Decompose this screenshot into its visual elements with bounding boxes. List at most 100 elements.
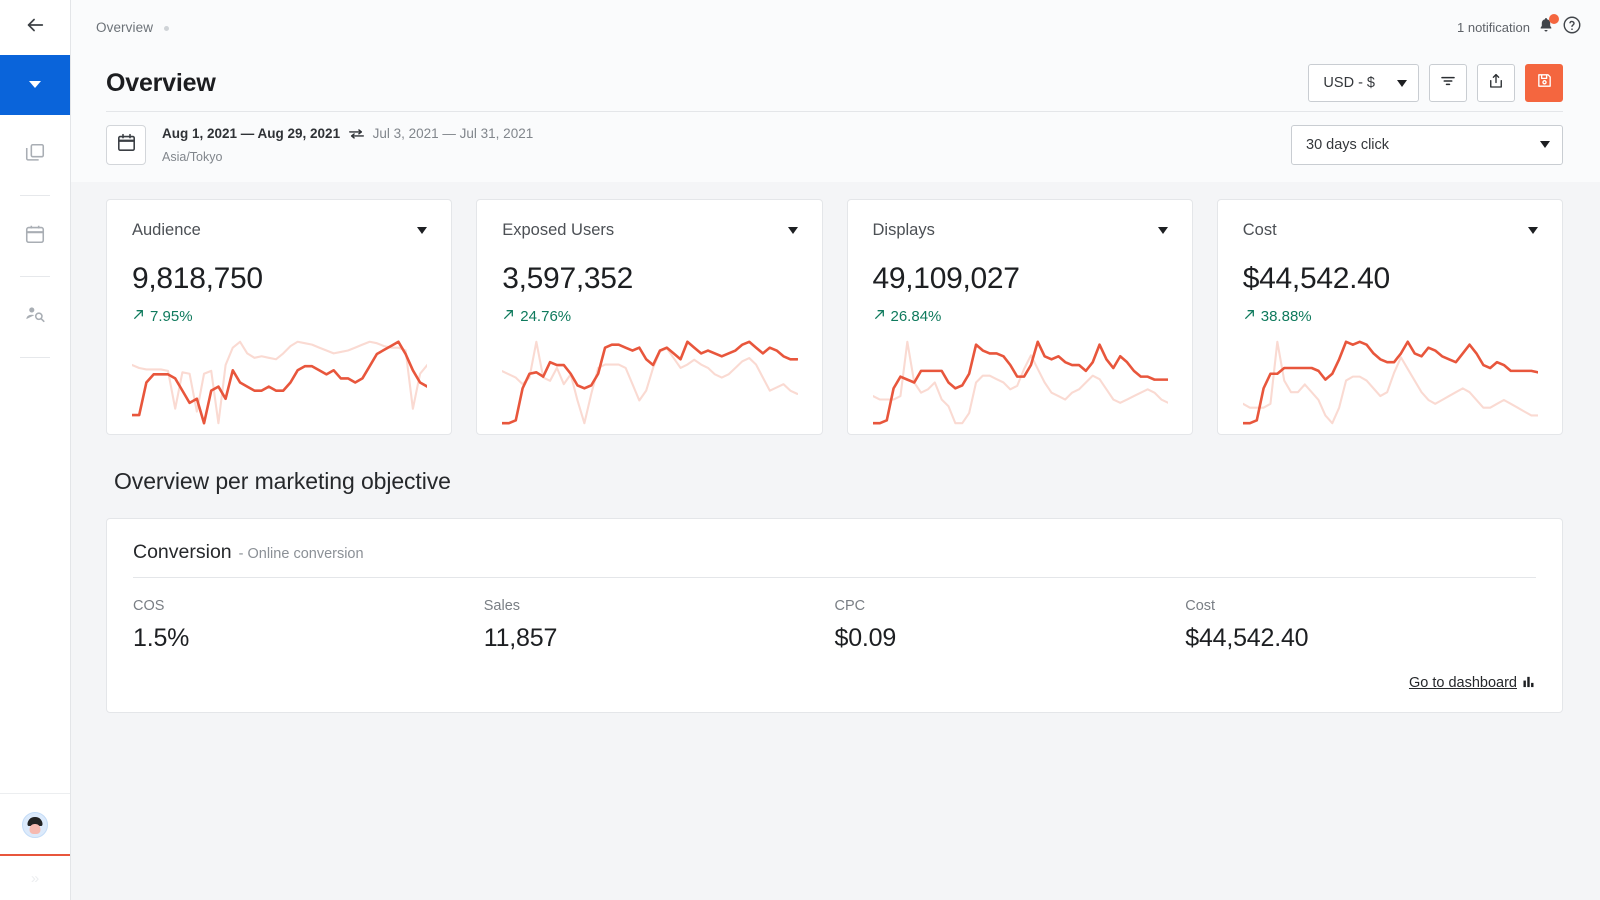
chevron-down-icon[interactable] <box>788 227 798 234</box>
go-to-dashboard-label: Go to dashboard <box>1409 675 1517 691</box>
metric-label: COS <box>133 598 484 614</box>
avatar-face <box>30 824 41 834</box>
date-picker-button[interactable] <box>106 125 146 165</box>
metric-value: $0.09 <box>835 624 1186 653</box>
kpi-card-value: 9,818,750 <box>132 262 427 296</box>
sparkline-chart <box>1243 331 1538 434</box>
share-upload-icon <box>1487 72 1505 95</box>
attribution-value: 30 days click <box>1306 137 1389 153</box>
sidebar-item-campaigns[interactable] <box>0 115 70 195</box>
arrow-up-right-icon <box>132 308 145 325</box>
sidebar-item-active[interactable] <box>0 55 70 115</box>
help-circle-icon <box>1562 15 1582 40</box>
header-controls: USD - $ <box>1308 64 1563 102</box>
kpi-card-header: Exposed Users <box>502 221 797 240</box>
kpi-card-header: Displays <box>873 221 1168 240</box>
objective-metric: Sales 11,857 <box>484 598 835 653</box>
save-disk-icon <box>1536 72 1553 94</box>
person-search-icon <box>24 304 46 331</box>
chevron-down-icon[interactable] <box>1528 227 1538 234</box>
attribution-select[interactable]: 30 days click <box>1291 125 1563 165</box>
kpi-card-delta-value: 38.88% <box>1261 308 1312 325</box>
date-range-text[interactable]: Aug 1, 2021 — Aug 29, 2021 Jul 3, 2021 —… <box>162 124 533 166</box>
objective-metric: CPC $0.09 <box>835 598 1186 653</box>
objective-metric: Cost $44,542.40 <box>1185 598 1536 653</box>
objective-metric-list: COS 1.5% Sales 11,857 CPC $0.09 Cost $44… <box>133 578 1536 653</box>
metric-value: 1.5% <box>133 624 484 653</box>
date-range-row: Aug 1, 2021 — Aug 29, 2021 Jul 3, 2021 —… <box>71 112 1600 182</box>
kpi-card[interactable]: Cost $44,542.40 38.88% <box>1217 199 1563 435</box>
kpi-card-delta: 24.76% <box>502 308 797 325</box>
kpi-card[interactable]: Audience 9,818,750 7.95% <box>106 199 452 435</box>
objective-panel-footer: Go to dashboard <box>133 675 1536 692</box>
metric-label: CPC <box>835 598 1186 614</box>
breadcrumb[interactable]: Overview <box>96 20 169 35</box>
breadcrumb-label: Overview <box>96 20 153 35</box>
content-area: Audience 9,818,750 7.95% Exposed <box>71 182 1600 900</box>
breadcrumb-dot-icon <box>164 26 169 31</box>
arrow-up-right-icon <box>873 308 886 325</box>
arrow-left-icon <box>24 14 46 41</box>
kpi-card-delta-value: 24.76% <box>520 308 571 325</box>
kpi-card-title: Audience <box>132 221 201 240</box>
arrow-up-right-icon <box>1243 308 1256 325</box>
topbar: Overview 1 notification <box>71 0 1600 55</box>
main-area: Overview 1 notification <box>71 0 1600 900</box>
notification-label: 1 notification <box>1457 20 1530 35</box>
compare-arrows-icon <box>349 126 364 146</box>
kpi-card-delta-value: 26.84% <box>891 308 942 325</box>
sidebar-item-audience[interactable] <box>0 277 70 357</box>
layers-copy-icon <box>24 142 46 169</box>
sidebar-divider <box>20 357 50 358</box>
arrow-up-right-icon <box>502 308 515 325</box>
chevron-down-icon <box>1397 80 1407 87</box>
notifications-button[interactable] <box>1537 16 1555 39</box>
date-range-line: Aug 1, 2021 — Aug 29, 2021 Jul 3, 2021 —… <box>162 124 533 146</box>
metric-label: Cost <box>1185 598 1536 614</box>
sidebar-avatar-area[interactable] <box>0 793 70 854</box>
kpi-card-title: Cost <box>1243 221 1277 240</box>
kpi-card-header: Cost <box>1243 221 1538 240</box>
kpi-card-title: Displays <box>873 221 935 240</box>
kpi-card[interactable]: Displays 49,109,027 26.84% <box>847 199 1193 435</box>
section-title: Overview per marketing objective <box>114 468 1563 495</box>
kpi-card-value: 3,597,352 <box>502 262 797 296</box>
filter-icon <box>1439 72 1457 95</box>
chevron-down-icon[interactable] <box>1158 227 1168 234</box>
kpi-card[interactable]: Exposed Users 3,597,352 24.76% <box>476 199 822 435</box>
currency-select[interactable]: USD - $ <box>1308 64 1419 102</box>
kpi-card-header: Audience <box>132 221 427 240</box>
share-button[interactable] <box>1477 64 1515 102</box>
notification-badge <box>1549 14 1559 24</box>
page-title: Overview <box>106 69 216 98</box>
chevron-down-icon <box>28 76 42 94</box>
back-button[interactable] <box>0 0 70 55</box>
calendar-icon <box>24 223 46 250</box>
help-button[interactable] <box>1562 15 1582 40</box>
kpi-card-value: $44,542.40 <box>1243 262 1538 296</box>
go-to-dashboard-link[interactable]: Go to dashboard <box>1409 675 1536 692</box>
sidebar-expand-button[interactable]: » <box>0 856 70 900</box>
chevron-down-icon[interactable] <box>417 227 427 234</box>
kpi-card-list: Audience 9,818,750 7.95% Exposed <box>106 182 1563 435</box>
metric-label: Sales <box>484 598 835 614</box>
avatar[interactable] <box>22 812 48 838</box>
metric-value: 11,857 <box>484 624 835 653</box>
metric-value: $44,542.40 <box>1185 624 1536 653</box>
sidebar: » <box>0 0 71 900</box>
kpi-card-delta: 7.95% <box>132 308 427 325</box>
timezone-label: Asia/Tokyo <box>162 148 533 166</box>
topbar-actions: 1 notification <box>1457 15 1582 40</box>
sidebar-item-calendar[interactable] <box>0 196 70 276</box>
filter-button[interactable] <box>1429 64 1467 102</box>
page-header: Overview USD - $ <box>71 55 1600 111</box>
objective-title: Conversion <box>133 541 232 564</box>
date-range-primary: Aug 1, 2021 — Aug 29, 2021 <box>162 126 340 141</box>
sparkline-chart <box>873 331 1168 434</box>
currency-value: USD - $ <box>1323 75 1375 91</box>
save-button[interactable] <box>1525 64 1563 102</box>
bar-chart-icon <box>1523 675 1536 692</box>
objective-panel: Conversion - Online conversion COS 1.5% … <box>106 518 1563 713</box>
objective-subtitle: - Online conversion <box>239 546 364 562</box>
chevron-down-icon <box>1540 141 1550 148</box>
